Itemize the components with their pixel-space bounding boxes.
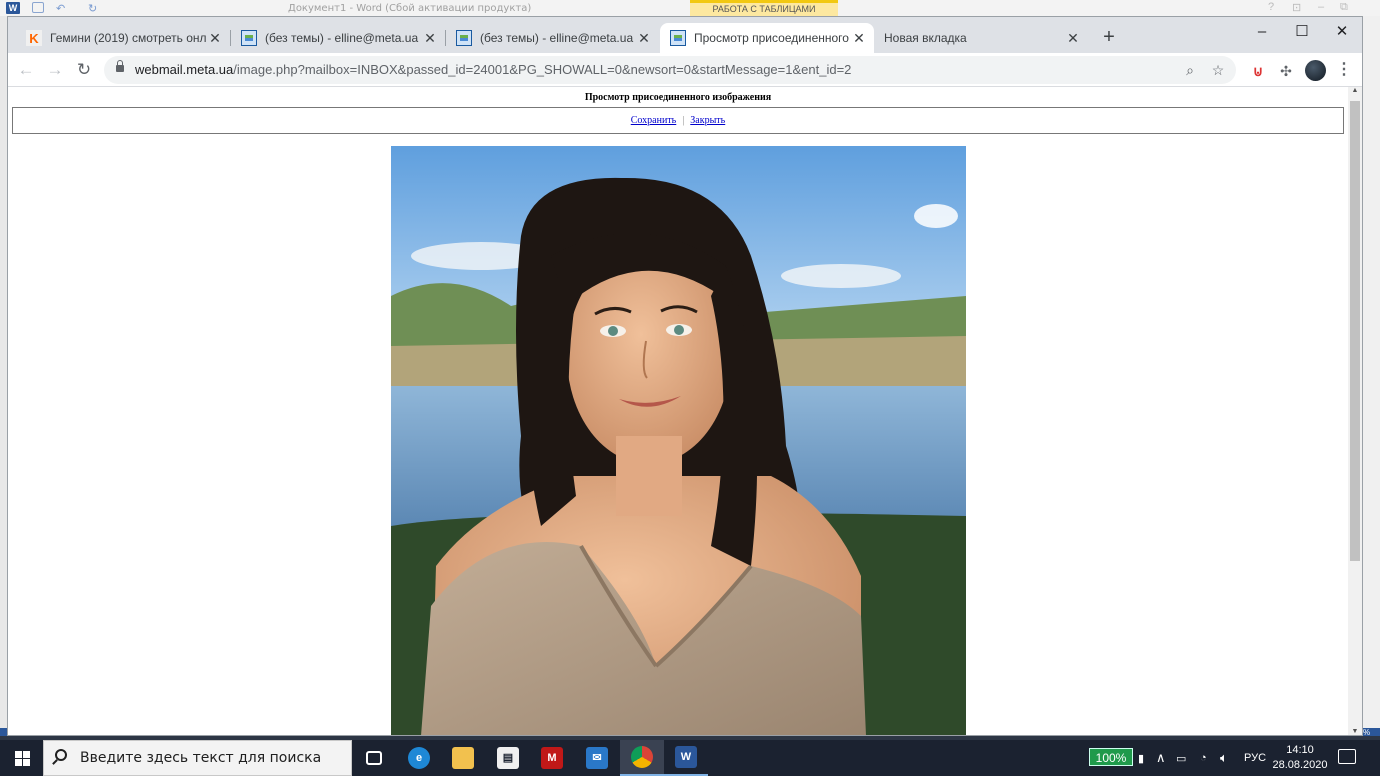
notification-icon[interactable] [1338, 749, 1356, 764]
url-host: webmail.meta.ua [135, 62, 234, 77]
image-icon [456, 30, 472, 46]
page-content: Просмотр присоединенного изображения Сох… [8, 87, 1348, 735]
tab-mail-2[interactable]: (без темы) - elline@meta.ua ✕ [446, 23, 659, 53]
minimize-button[interactable]: – [1242, 19, 1282, 45]
redo-icon[interactable]: ↻ [88, 2, 100, 15]
portrait-photo [391, 146, 966, 735]
close-icon[interactable]: ✕ [206, 30, 224, 47]
image-icon [670, 30, 686, 46]
search-icon [55, 749, 67, 761]
extensions-puzzle-icon[interactable]: ✣ [1277, 62, 1295, 80]
clock-time: 14:10 [1286, 744, 1314, 756]
language-indicator[interactable]: РУС [1244, 740, 1266, 776]
link-separator: | [682, 115, 685, 126]
mcafee-icon[interactable]: M [530, 740, 574, 776]
battery-indicator[interactable]: 100% [1089, 748, 1133, 766]
tab-kinopoisk[interactable]: K Гемини (2019) смотреть онлайн ✕ [16, 23, 230, 53]
attached-image [391, 146, 966, 735]
back-button[interactable]: ← [14, 58, 38, 82]
close-icon[interactable]: ✕ [635, 30, 653, 47]
lock-icon[interactable] [116, 60, 124, 72]
tab-attachment-view[interactable]: Просмотр присоединенного из ✕ [660, 23, 874, 53]
attachment-actions: Сохранить | Закрыть [12, 107, 1344, 134]
page-title: Просмотр присоединенного изображения [584, 92, 772, 103]
bookmark-star-icon[interactable]: ☆ [1208, 60, 1228, 80]
task-view-icon[interactable] [352, 740, 396, 776]
restore-icon[interactable]: ⧉ [1340, 1, 1348, 14]
show-hidden-icons[interactable]: ∧ [1156, 740, 1166, 776]
word-icon: W [6, 2, 20, 14]
background-window-edge: % [1363, 16, 1380, 737]
battery-icon[interactable]: ▭ [1176, 740, 1186, 776]
pocket-extension-icon[interactable]: ⊍ [1249, 62, 1267, 80]
close-icon[interactable]: ✕ [1064, 30, 1082, 47]
minimize-icon[interactable]: – [1318, 1, 1324, 13]
chrome-menu-icon[interactable]: ⋮ [1336, 60, 1352, 80]
url-text[interactable]: webmail.meta.ua/image.php?mailbox=INBOX&… [135, 62, 851, 77]
scroll-up-icon[interactable]: ▲ [1348, 87, 1362, 94]
word-title: Документ1 - Word (Сбой активации продукт… [288, 3, 532, 14]
mail-icon[interactable]: ✉ [575, 740, 619, 776]
word-taskbar-icon[interactable]: W [664, 740, 708, 776]
power-plug-icon[interactable]: ▮ [1138, 740, 1144, 776]
page-scrollbar[interactable]: ▲ ▼ [1348, 87, 1362, 735]
start-button[interactable] [0, 740, 43, 776]
edge-icon[interactable]: e [397, 740, 441, 776]
scroll-down-icon[interactable]: ▼ [1348, 728, 1362, 735]
tab-new[interactable]: Новая вкладка ✕ [874, 23, 1088, 53]
maximize-button[interactable]: ☐ [1282, 19, 1322, 45]
tab-label: Новая вкладка [884, 31, 967, 45]
profile-avatar[interactable] [1305, 60, 1326, 81]
zoom-icon[interactable]: ⌕ [1180, 60, 1200, 80]
wifi-icon[interactable]: ◔ [1200, 740, 1207, 776]
address-bar[interactable]: webmail.meta.ua/image.php?mailbox=INBOX&… [104, 56, 1236, 84]
close-icon[interactable]: ✕ [421, 30, 439, 47]
tab-mail-1[interactable]: (без темы) - elline@meta.ua ✕ [231, 23, 445, 53]
clock-date: 28.08.2020 [1272, 759, 1328, 771]
forward-button[interactable]: → [43, 58, 67, 82]
image-icon [241, 30, 257, 46]
url-path: /image.php?mailbox=INBOX&passed_id=24001… [233, 62, 852, 77]
help-icon[interactable]: ? [1268, 1, 1274, 13]
close-icon[interactable]: ✕ [850, 30, 868, 47]
new-tab-button[interactable]: + [1098, 27, 1120, 47]
tab-strip: K Гемини (2019) смотреть онлайн ✕ (без т… [8, 17, 1362, 53]
tab-label: Гемини (2019) смотреть онлайн [50, 31, 206, 45]
tab-label: (без темы) - elline@meta.ua [265, 31, 419, 45]
browser-window: K Гемини (2019) смотреть онлайн ✕ (без т… [7, 16, 1363, 736]
ribbon-options-icon[interactable]: ⊡ [1292, 1, 1301, 14]
reload-button[interactable]: ↻ [72, 58, 96, 82]
save-icon[interactable] [32, 2, 44, 13]
taskbar-search[interactable]: Введите здесь текст для поиска [43, 740, 352, 776]
system-clock[interactable]: 14:10 28.08.2020 [1270, 743, 1330, 773]
browser-toolbar: ← → ↻ webmail.meta.ua/image.php?mailbox=… [8, 53, 1362, 87]
tab-label: Просмотр присоединенного из [694, 31, 850, 45]
file-explorer-icon[interactable] [441, 740, 485, 776]
windows-taskbar: Введите здесь текст для поиска e ▤ M ✉ W… [0, 740, 1380, 776]
search-placeholder: Введите здесь текст для поиска [80, 750, 322, 766]
store-icon[interactable]: ▤ [486, 740, 530, 776]
undo-icon[interactable]: ↶ [56, 2, 68, 15]
close-window-button[interactable]: ✕ [1322, 19, 1362, 45]
table-tools-tab[interactable]: РАБОТА С ТАБЛИЦАМИ [690, 0, 838, 16]
kinopoisk-icon: K [26, 30, 42, 46]
volume-icon[interactable]: 🔈︎ [1220, 740, 1228, 776]
scrollbar-thumb[interactable] [1350, 101, 1360, 561]
tab-label: (без темы) - elline@meta.ua [480, 31, 634, 45]
background-window-edge [0, 16, 7, 736]
word-window-titlebar: W ↶ ↻ Документ1 - Word (Сбой активации п… [0, 0, 1380, 16]
chrome-icon[interactable] [620, 740, 664, 776]
close-link[interactable]: Закрыть [690, 115, 725, 126]
save-link[interactable]: Сохранить [631, 115, 677, 126]
